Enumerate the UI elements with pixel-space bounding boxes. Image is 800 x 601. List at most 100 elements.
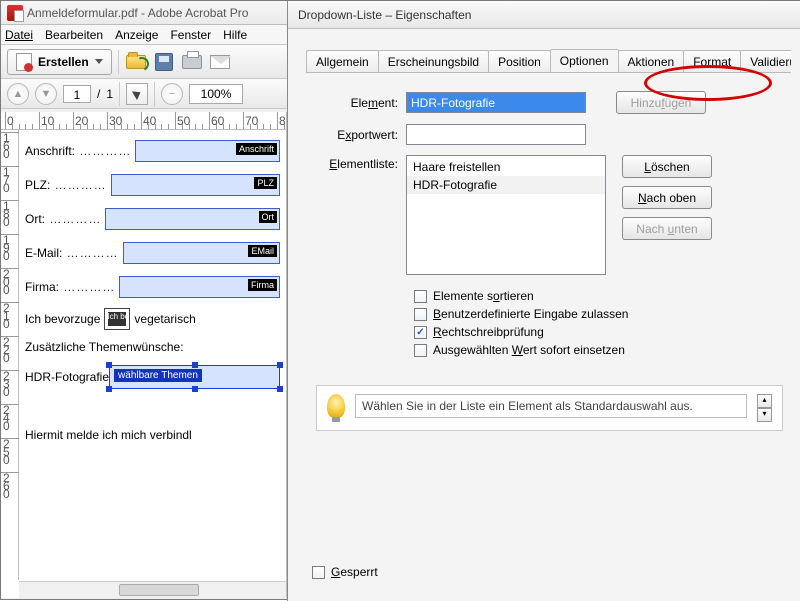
open-file-button[interactable]	[125, 51, 147, 73]
create-page-icon	[16, 53, 32, 71]
form-page: Anschrift: Anschrift PLZ: PLZ Ort: Ort E-Ma…	[19, 130, 286, 580]
checkbox-spell-label: Rechtschreibprüfung	[433, 325, 544, 339]
field-checkbox-veg[interactable]: Ich be	[104, 308, 130, 330]
properties-dialog: Dropdown-Liste – Eigenschaften Allgemein…	[287, 1, 800, 601]
checkbox-locked[interactable]: Gesperrt	[312, 565, 378, 579]
tip-box: Wählen Sie in der Liste ein Element als …	[316, 385, 783, 431]
fieldtag-anschrift: Anschrift	[236, 143, 277, 155]
checkbox-commit-label: Ausgewählten Wert sofort einsetzen	[433, 343, 625, 357]
checkbox-icon	[414, 290, 427, 303]
document-area: 01020304050607080 1601701801902002102202…	[1, 112, 287, 598]
checkbox-spell[interactable]: ✓Rechtschreibprüfung	[414, 325, 783, 339]
ruler-horizontal: 01020304050607080	[1, 112, 286, 130]
printer-icon	[182, 55, 202, 69]
checkbox-custom[interactable]: Benutzerdefinierte Eingabe zulassen	[414, 307, 783, 321]
toolbar-separator	[119, 82, 120, 106]
menu-hilfe[interactable]: Hilfe	[223, 28, 247, 42]
fieldtag-veg: Ich be	[107, 312, 129, 321]
save-button[interactable]	[153, 51, 175, 73]
add-button[interactable]: Hinzufügen	[616, 91, 706, 114]
tab-validierung[interactable]: Validierung	[740, 50, 791, 73]
folder-open-icon	[126, 55, 146, 69]
list-item[interactable]: HDR-Fotografie	[407, 176, 605, 194]
move-down-button[interactable]: Nach unten	[622, 217, 712, 240]
label-plz: PLZ:	[25, 178, 107, 192]
page-separator: /	[97, 87, 100, 101]
menu-fenster[interactable]: Fenster	[170, 28, 211, 42]
menu-anzeige[interactable]: Anzeige	[115, 28, 158, 42]
zoom-input[interactable]: 100%	[189, 84, 243, 104]
fieldtag-plz: PLZ	[254, 177, 277, 189]
label-themen: Zusätzliche Themenwünsche:	[25, 340, 184, 354]
label-elementliste: Elementliste:	[316, 155, 406, 171]
delete-button[interactable]: Löschen	[622, 155, 712, 178]
label-element: Element:	[316, 96, 406, 110]
checkbox-commit[interactable]: Ausgewählten Wert sofort einsetzen	[414, 343, 783, 357]
tab-optionen[interactable]: Optionen	[550, 49, 619, 73]
zoom-out-button[interactable]: −	[161, 83, 183, 105]
label-hdr: HDR-Fotografie	[25, 370, 109, 384]
field-firma[interactable]: Firma	[119, 276, 280, 298]
field-dropdown-themen[interactable]: wählbare Themen	[109, 365, 280, 389]
checkbox-icon	[414, 308, 427, 321]
page-up-button[interactable]: ▲	[7, 83, 29, 105]
tab-erscheinungsbild[interactable]: Erscheinungsbild	[378, 50, 489, 73]
dialog-tabstrip: Allgemein Erscheinungsbild Position Opti…	[306, 47, 791, 73]
input-element-value: HDR-Fotografie	[411, 96, 495, 110]
field-email[interactable]: EMail	[123, 242, 280, 264]
dialog-title: Dropdown-Liste – Eigenschaften	[298, 8, 471, 22]
select-tool-button[interactable]	[126, 83, 148, 105]
label-email: E-Mail:	[25, 246, 119, 260]
label-hiermit: Hiermit melde ich mich verbindl	[25, 428, 192, 442]
dialog-titlebar: Dropdown-Liste – Eigenschaften	[288, 1, 800, 29]
tab-body-optionen: Element: HDR-Fotografie Hinzufügen Expor…	[288, 73, 800, 441]
menu-bearbeiten[interactable]: Bearbeiten	[45, 28, 103, 42]
checkbox-icon	[414, 344, 427, 357]
label-anschrift: Anschrift:	[25, 144, 131, 158]
field-ort[interactable]: Ort	[105, 208, 280, 230]
fieldtag-email: EMail	[248, 245, 277, 257]
list-item[interactable]: Haare freistellen	[407, 158, 605, 176]
label-firma: Firma:	[25, 280, 115, 294]
label-veg-pre: Ich bevorzuge	[25, 312, 100, 326]
create-button-label: Erstellen	[38, 55, 89, 69]
input-element[interactable]: HDR-Fotografie	[406, 92, 586, 113]
scrollbar-thumb[interactable]	[119, 584, 199, 596]
checkbox-sort[interactable]: Elemente sortieren	[414, 289, 783, 303]
print-button[interactable]	[181, 51, 203, 73]
mail-button[interactable]	[209, 51, 231, 73]
tip-text: Wählen Sie in der Liste ein Element als …	[355, 394, 747, 418]
scrollbar-horizontal[interactable]	[19, 581, 286, 598]
tab-format[interactable]: Format	[683, 50, 741, 73]
checkbox-sort-label: Elemente sortieren	[433, 289, 534, 303]
listbox-elements[interactable]: Haare freistellen HDR-Fotografie	[406, 155, 606, 275]
checkbox-custom-label: Benutzerdefinierte Eingabe zulassen	[433, 307, 628, 321]
field-anschrift[interactable]: Anschrift	[135, 140, 280, 162]
fieldtag-firma: Firma	[248, 279, 277, 291]
envelope-icon	[210, 55, 230, 69]
tab-aktionen[interactable]: Aktionen	[618, 50, 685, 73]
tab-position[interactable]: Position	[488, 50, 551, 73]
create-button[interactable]: Erstellen	[7, 49, 112, 75]
move-up-button[interactable]: Nach oben	[622, 186, 712, 209]
label-ort: Ort:	[25, 212, 101, 226]
ruler-vertical: 160170180190200210220230240250260	[1, 130, 19, 580]
page-total: 1	[106, 87, 113, 101]
menu-datei[interactable]: Datei	[5, 28, 33, 42]
fieldtag-ort: Ort	[259, 211, 278, 223]
page-down-button[interactable]: ▼	[35, 83, 57, 105]
field-plz[interactable]: PLZ	[111, 174, 280, 196]
input-exportwert[interactable]	[406, 124, 586, 145]
checkbox-icon	[312, 566, 325, 579]
toolbar-separator	[154, 82, 155, 106]
label-veg-post: vegetarisch	[134, 312, 195, 326]
label-exportwert: Exportwert:	[316, 128, 406, 142]
tip-spinner[interactable]: ▴▾	[757, 394, 772, 422]
page-current-input[interactable]: 1	[63, 85, 91, 103]
checkbox-locked-label: Gesperrt	[331, 565, 378, 579]
pointer-icon	[132, 87, 143, 99]
fieldtag-themen: wählbare Themen	[114, 369, 202, 382]
tab-allgemein[interactable]: Allgemein	[306, 50, 379, 73]
toolbar-separator	[118, 50, 119, 74]
lightbulb-icon	[327, 394, 345, 418]
